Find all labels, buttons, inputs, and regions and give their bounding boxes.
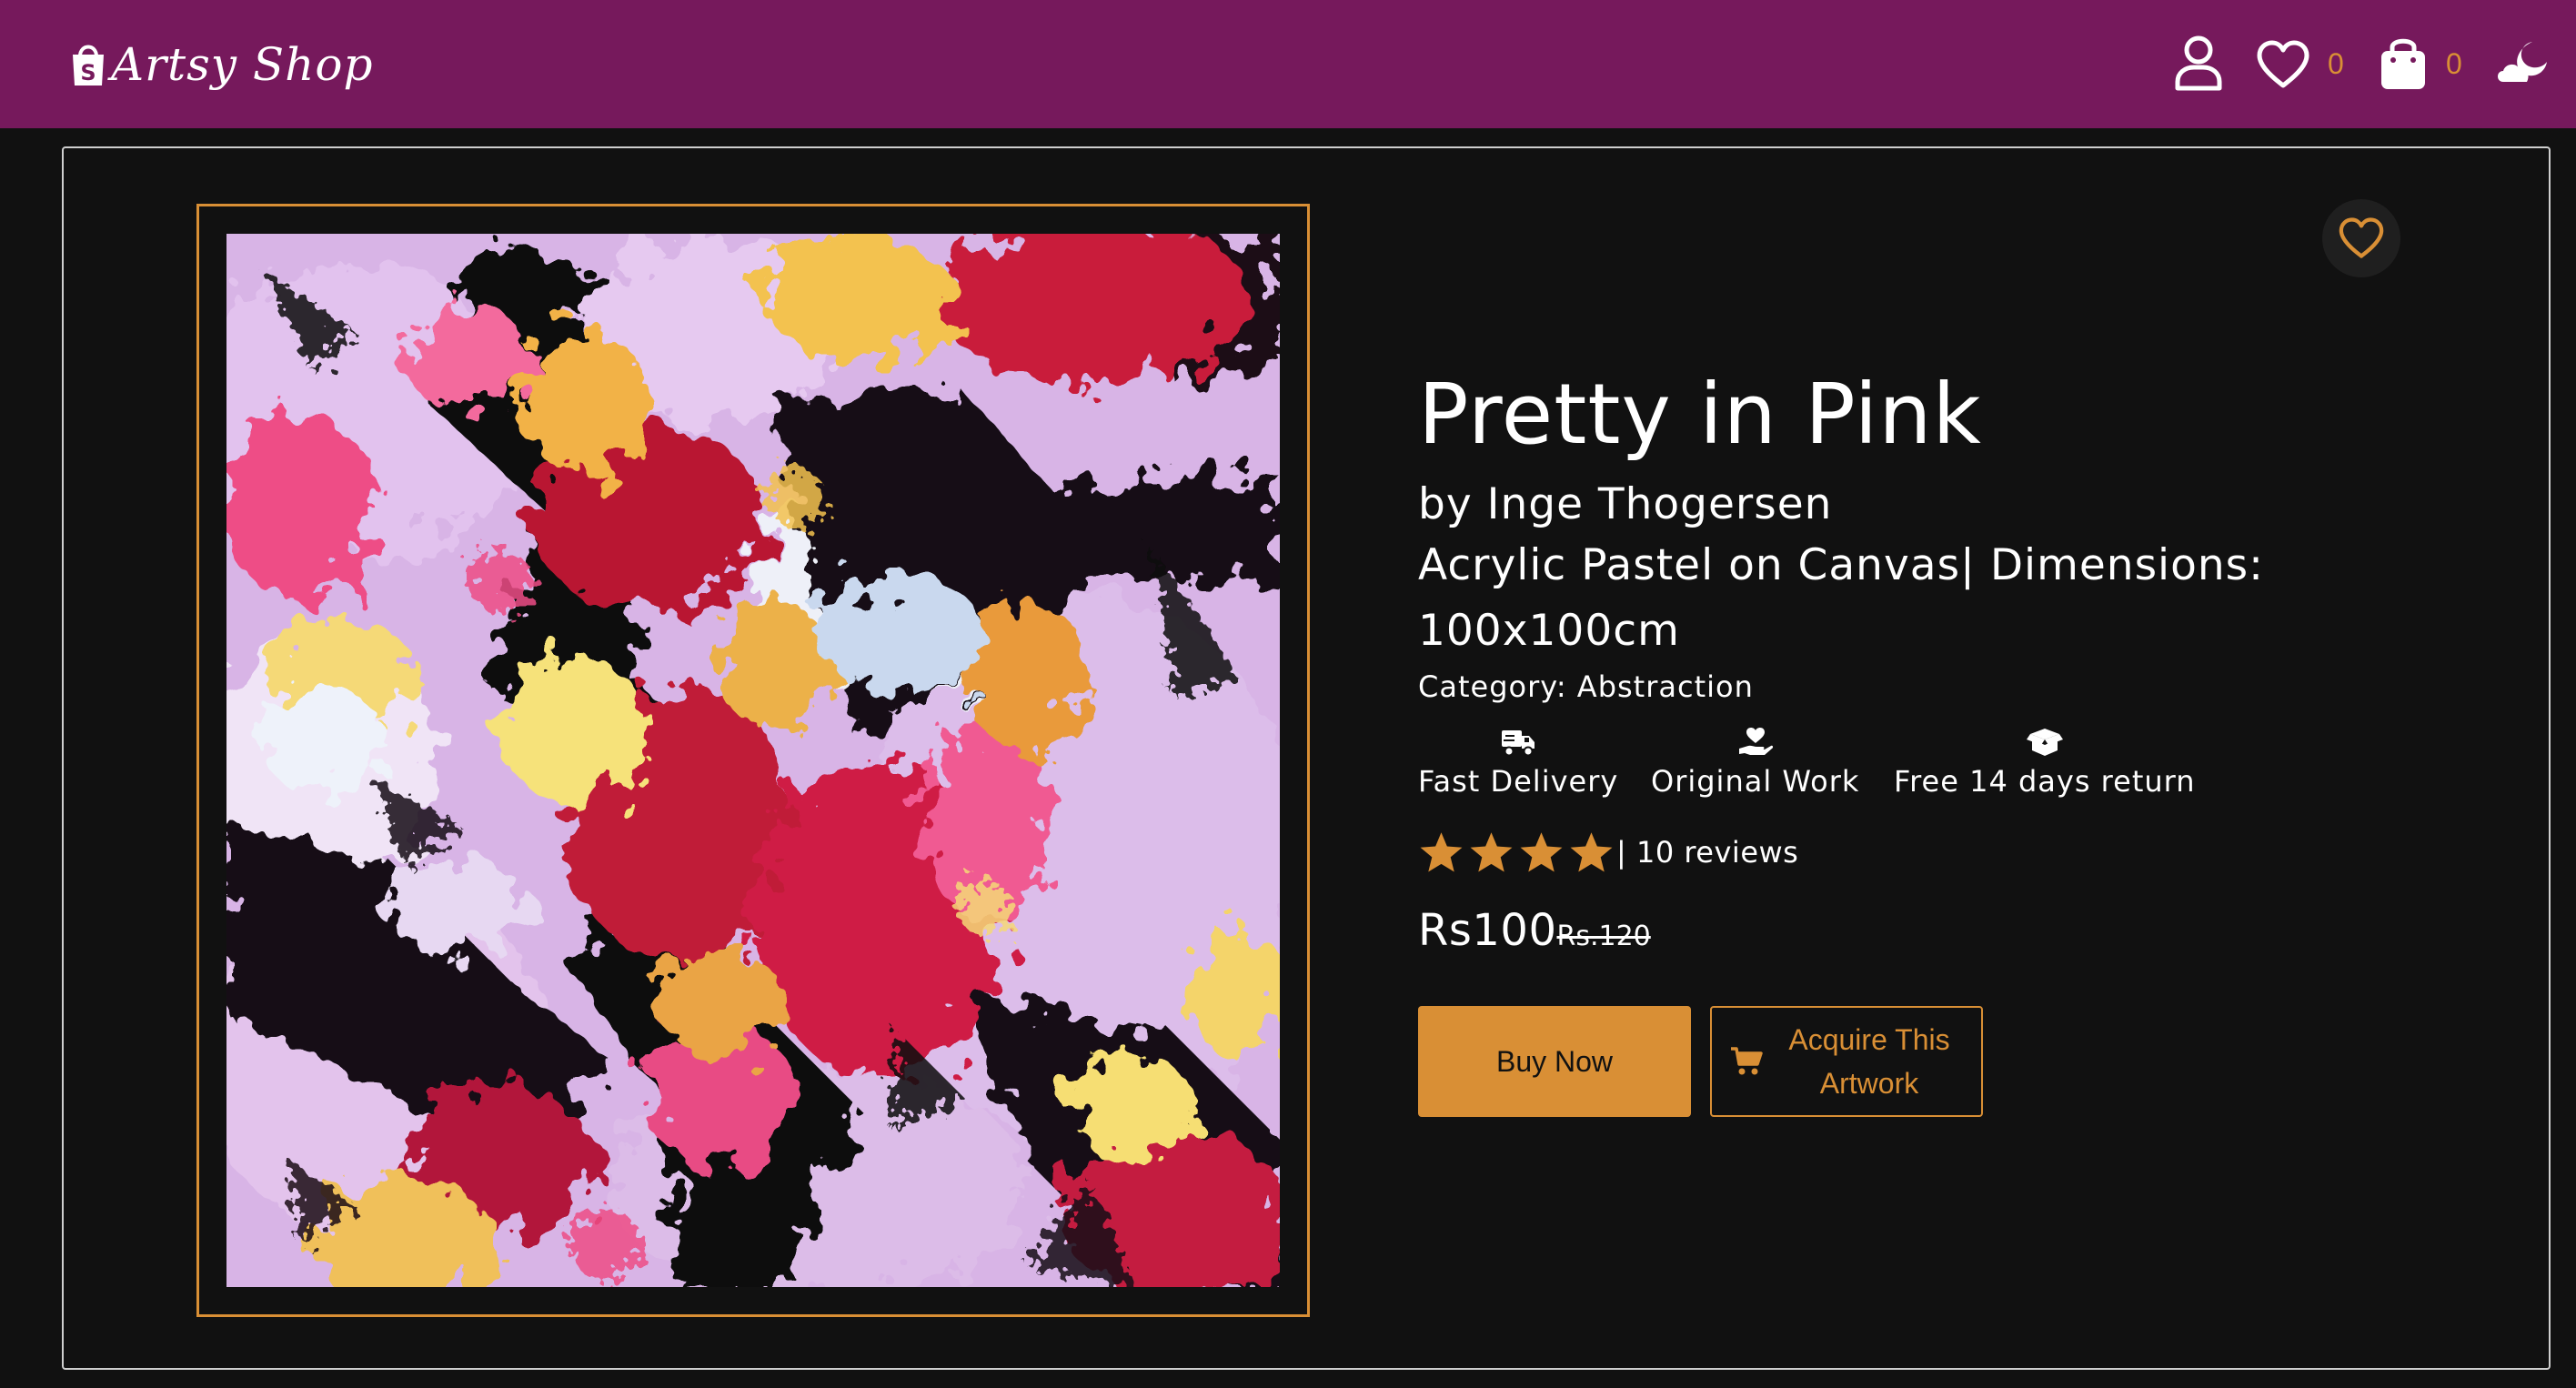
user-icon[interactable] [2174,35,2223,91]
artwork-image[interactable] [226,234,1280,1287]
product-medium-dimensions: Acrylic Pastel on Canvas| Dimensions: 10… [1418,540,2264,656]
shopping-bag-icon[interactable] [2380,35,2427,91]
review-count[interactable]: | 10 reviews [1616,834,1798,870]
product-title: Pretty in Pink [1418,366,1982,463]
price-row: Rs100 Rs.120 [1418,903,1651,958]
buy-now-button[interactable]: Buy Now [1418,1006,1691,1117]
feature-original-work: Original Work [1651,727,1859,800]
star-icon [1520,831,1563,872]
product-artist: by Inge Thogersen [1418,479,1833,529]
product-rating: | 10 reviews [1418,825,1798,880]
cart-count-badge: 0 [2446,47,2462,80]
svg-text:S: S [80,60,96,85]
wishlist-count-badge: 0 [2328,47,2344,80]
star-icon [1420,831,1463,872]
acquire-artwork-button[interactable]: Acquire This Artwork [1710,1006,1983,1117]
moon-cloud-icon[interactable] [2496,38,2549,85]
cart-icon [1731,1047,1763,1075]
brand-logo-link[interactable]: S Artsy Shop [69,35,373,95]
heart-outline-icon [2339,217,2384,258]
current-price: Rs100 [1418,905,1557,956]
feature-label: Original Work [1651,764,1860,799]
acquire-artwork-label: Acquire This Artwork [1788,1023,1950,1100]
brand-name: Artsy Shop [111,38,374,91]
star-icon [1570,831,1613,872]
top-navbar: S Artsy Shop 0 0 [0,0,2576,128]
feature-fast-delivery: Fast Delivery [1418,727,1618,800]
feature-free-return: Free 14 days return [1894,727,2196,800]
delivery-truck-icon [1502,730,1535,757]
rating-stars [1418,830,1615,875]
product-category: Category: Abstraction [1418,669,1754,704]
feature-label: Fast Delivery [1418,764,1619,799]
star-icon [1470,831,1513,872]
product-card: Pretty in Pink by Inge Thogersen Acrylic… [62,146,2551,1370]
shopping-bag-logo-icon: S [73,45,104,85]
add-to-wishlist-button[interactable] [2322,199,2400,277]
box-icon [2026,729,2063,756]
original-price: Rs.120 [1556,920,1651,952]
feature-label: Free 14 days return [1894,764,2196,799]
heart-outline-icon[interactable] [2256,40,2310,89]
hand-heart-icon [1738,728,1773,755]
artwork-frame [196,204,1310,1317]
